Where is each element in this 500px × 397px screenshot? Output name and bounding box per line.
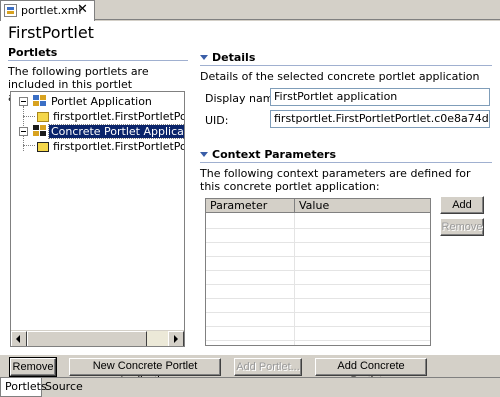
table-row xyxy=(206,340,430,341)
portlet-application-icon xyxy=(33,95,47,107)
tree-item-concrete-portlet[interactable]: firstportlet.FirstPortletPortle xyxy=(11,140,185,154)
details-separator xyxy=(200,65,492,66)
portlet-tree[interactable]: Portlet Application firstportlet.FirstPo… xyxy=(10,91,185,347)
collapse-icon[interactable] xyxy=(19,97,28,106)
tree-item-label: firstportlet.FirstPortletPortle xyxy=(53,110,185,123)
add-concrete-portlet-button[interactable]: Add Concrete Portlet... xyxy=(315,358,427,387)
editor-tab-portlet-xml[interactable]: portlet.xml ✕ xyxy=(0,0,95,21)
context-parameters-heading[interactable]: Context Parameters xyxy=(200,148,336,161)
uid-field[interactable]: firstportlet.FirstPortletPortlet.c0e8a74… xyxy=(270,110,490,128)
table-header: Parameter Value xyxy=(206,199,430,213)
tab-portlets[interactable]: Portlets xyxy=(0,378,47,397)
column-header-parameter[interactable]: Parameter xyxy=(206,199,295,213)
table-row xyxy=(206,256,430,257)
table-row xyxy=(206,298,430,299)
editor-content: FirstPortlet Portlets The following port… xyxy=(0,21,500,355)
add-portlet-button[interactable]: Add Portlet... xyxy=(234,358,302,376)
expand-triangle-icon xyxy=(200,152,208,157)
remove-parameter-button[interactable]: Remove xyxy=(440,218,484,236)
context-parameters-description: The following context parameters are def… xyxy=(200,167,471,193)
table-row xyxy=(206,228,430,229)
details-heading-label: Details xyxy=(212,51,256,64)
display-name-field[interactable]: FirstPortlet application xyxy=(270,88,490,106)
tree-item-portlet-application[interactable]: Portlet Application xyxy=(11,95,184,109)
collapse-icon[interactable] xyxy=(19,127,28,136)
portlets-heading: Portlets xyxy=(8,46,58,59)
portlet-icon xyxy=(37,112,49,122)
expand-triangle-icon xyxy=(200,55,208,60)
table-row xyxy=(206,242,430,243)
editor-tab-title: portlet.xml xyxy=(21,4,82,17)
tree-item-concrete-portlet-application[interactable]: Concrete Portlet Application xyxy=(11,124,184,139)
editor-tab-strip: portlet.xml ✕ xyxy=(0,0,500,21)
tree-item-label: Concrete Portlet Application xyxy=(48,124,184,139)
scroll-thumb[interactable] xyxy=(27,331,147,346)
context-parameters-separator xyxy=(200,162,492,163)
add-parameter-button[interactable]: Add xyxy=(440,196,484,214)
table-row xyxy=(206,326,430,327)
xml-file-icon xyxy=(4,4,17,17)
page-title: FirstPortlet xyxy=(8,23,94,42)
portlets-separator xyxy=(8,60,188,61)
details-description: Details of the selected concrete portlet… xyxy=(200,70,480,83)
horizontal-scrollbar[interactable] xyxy=(11,330,184,346)
new-concrete-portlet-application-button[interactable]: New Concrete Portlet Application xyxy=(69,358,221,387)
table-row xyxy=(206,312,430,313)
context-parameters-heading-label: Context Parameters xyxy=(212,148,337,161)
uid-label: UID: xyxy=(205,114,229,127)
column-header-value[interactable]: Value xyxy=(295,199,430,213)
table-row xyxy=(206,284,430,285)
table-row xyxy=(206,270,430,271)
context-parameters-table[interactable]: Parameter Value xyxy=(205,198,431,346)
editor-page-tabs: Portlets Source xyxy=(0,377,500,397)
remove-button[interactable]: Remove xyxy=(9,357,57,377)
scroll-right-icon[interactable] xyxy=(168,331,184,346)
tree-item-label: Portlet Application xyxy=(51,95,152,108)
bottom-button-bar: Remove New Concrete Portlet Application … xyxy=(0,355,500,387)
concrete-portlet-icon xyxy=(37,142,49,152)
scroll-left-icon[interactable] xyxy=(11,331,27,346)
tree-item-label: firstportlet.FirstPortletPortle xyxy=(53,140,185,153)
tree-item-portlet[interactable]: firstportlet.FirstPortletPortle xyxy=(11,110,185,124)
tab-source[interactable]: Source xyxy=(41,378,87,397)
details-heading[interactable]: Details xyxy=(200,51,255,64)
close-icon[interactable]: ✕ xyxy=(77,2,88,18)
concrete-application-icon xyxy=(33,125,47,137)
